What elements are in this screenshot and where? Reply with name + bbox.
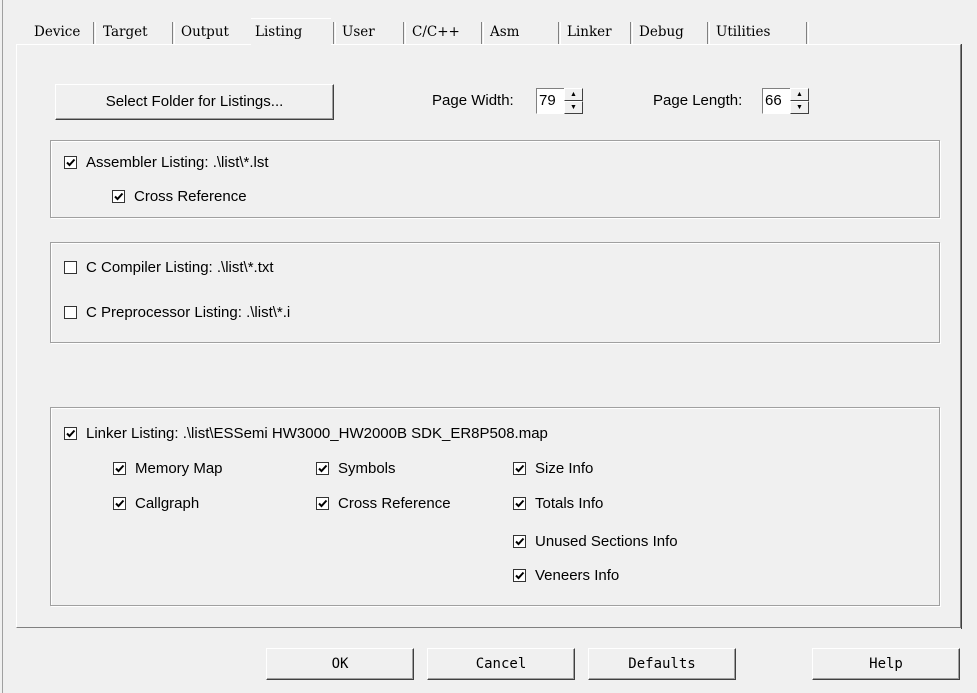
memory-map-label: Memory Map [135, 460, 223, 477]
page-length-down-arrow-icon[interactable]: ▼ [790, 101, 809, 114]
checkbox-box[interactable] [113, 497, 126, 510]
unused-sections-info-label: Unused Sections Info [535, 533, 678, 550]
checkbox-box[interactable] [316, 462, 329, 475]
defaults-button[interactable]: Defaults [588, 648, 736, 680]
page-length-spinner[interactable]: 66 ▲ ▼ [762, 88, 809, 114]
assembler-group [50, 140, 940, 218]
page-width-up-arrow-icon[interactable]: ▲ [564, 88, 583, 101]
tab-utilities[interactable]: Utilities [712, 20, 806, 44]
tab-separator [558, 22, 561, 44]
assembler-cross-reference-label: Cross Reference [134, 188, 247, 205]
tab-separator [333, 22, 336, 44]
assembler-listing-label: Assembler Listing: .\list\*.lst [86, 154, 269, 171]
tab-device[interactable]: Device [30, 20, 94, 44]
page-width-spinner[interactable]: 79 ▲ ▼ [536, 88, 583, 114]
page-width-down-arrow-icon[interactable]: ▼ [564, 101, 583, 114]
size-info-label: Size Info [535, 460, 594, 477]
tab-separator [172, 22, 175, 44]
memory-map-checkbox[interactable]: Memory Map [113, 460, 223, 477]
ok-button[interactable]: OK [266, 648, 414, 680]
checkbox-box[interactable] [64, 306, 77, 319]
checkbox-box[interactable] [513, 569, 526, 582]
linker-listing-checkbox[interactable]: Linker Listing: .\list\ESSemi HW3000_HW2… [64, 425, 548, 442]
checkbox-box[interactable] [513, 462, 526, 475]
tab-user[interactable]: User [338, 20, 402, 44]
checkbox-box[interactable] [64, 427, 77, 440]
tab-asm[interactable]: Asm [486, 20, 554, 44]
page-width-value[interactable]: 79 [536, 88, 564, 114]
tab-linker[interactable]: Linker [563, 20, 627, 44]
page-length-value[interactable]: 66 [762, 88, 790, 114]
symbols-checkbox[interactable]: Symbols [316, 460, 396, 477]
checkbox-box[interactable] [316, 497, 329, 510]
tab-separator [707, 22, 710, 44]
totals-info-label: Totals Info [535, 495, 604, 512]
veneers-info-label: Veneers Info [535, 567, 620, 584]
c-preprocessor-listing-checkbox[interactable]: C Preprocessor Listing: .\list\*.i [64, 304, 290, 321]
c-compiler-listing-label: C Compiler Listing: .\list\*.txt [86, 259, 274, 276]
tab-separator [481, 22, 484, 44]
select-folder-button[interactable]: Select Folder for Listings... [55, 84, 334, 120]
tab-separator [93, 22, 96, 44]
totals-info-checkbox[interactable]: Totals Info [513, 495, 603, 512]
symbols-label: Symbols [338, 460, 396, 477]
unused-sections-info-checkbox[interactable]: Unused Sections Info [513, 533, 678, 550]
linker-cross-reference-label: Cross Reference [338, 495, 451, 512]
compiler-group [50, 242, 940, 343]
checkbox-box[interactable] [64, 261, 77, 274]
size-info-checkbox[interactable]: Size Info [513, 460, 593, 477]
assembler-cross-reference-checkbox[interactable]: Cross Reference [112, 188, 247, 205]
page-width-label: Page Width: [432, 92, 514, 109]
tab-separator [630, 22, 633, 44]
page-length-up-arrow-icon[interactable]: ▲ [790, 88, 809, 101]
page-length-label: Page Length: [653, 92, 743, 109]
veneers-info-checkbox[interactable]: Veneers Info [513, 567, 619, 584]
tab-separator [806, 22, 809, 44]
c-compiler-listing-checkbox[interactable]: C Compiler Listing: .\list\*.txt [64, 259, 274, 276]
checkbox-box[interactable] [112, 190, 125, 203]
help-button[interactable]: Help [812, 648, 960, 680]
callgraph-label: Callgraph [135, 495, 200, 512]
assembler-listing-checkbox[interactable]: Assembler Listing: .\list\*.lst [64, 154, 269, 171]
tab-separator [403, 22, 406, 44]
callgraph-checkbox[interactable]: Callgraph [113, 495, 199, 512]
tab-listing[interactable]: Listing [251, 18, 331, 46]
window-edge [0, 0, 3, 693]
tab-output[interactable]: Output [177, 20, 249, 44]
tab-target[interactable]: Target [99, 20, 167, 44]
checkbox-box[interactable] [113, 462, 126, 475]
checkbox-box[interactable] [513, 535, 526, 548]
checkbox-box[interactable] [64, 156, 77, 169]
linker-listing-label: Linker Listing: .\list\ESSemi HW3000_HW2… [86, 425, 548, 442]
c-preprocessor-listing-label: C Preprocessor Listing: .\list\*.i [86, 304, 291, 321]
checkbox-box[interactable] [513, 497, 526, 510]
cancel-button[interactable]: Cancel [427, 648, 575, 680]
tab-cpp[interactable]: C/C++ [408, 20, 482, 44]
tab-debug[interactable]: Debug [635, 20, 705, 44]
linker-cross-reference-checkbox[interactable]: Cross Reference [316, 495, 451, 512]
